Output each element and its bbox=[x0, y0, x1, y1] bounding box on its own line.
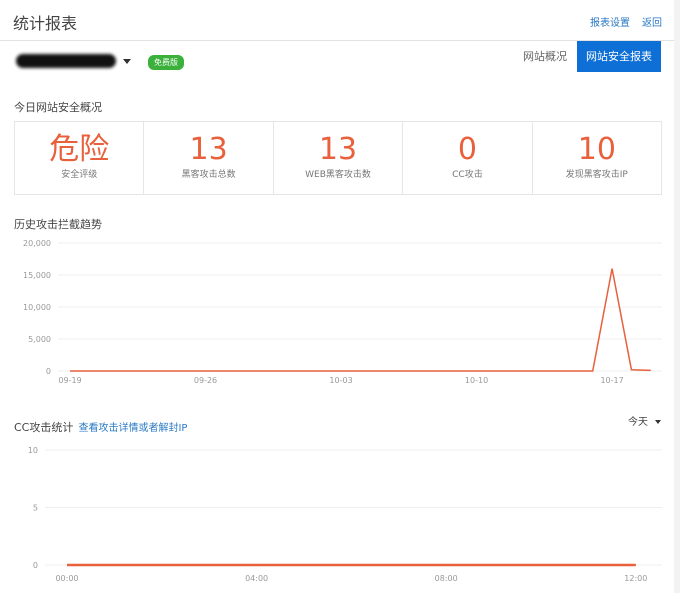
y-tick-label: 5,000 bbox=[28, 335, 51, 344]
y-tick-label: 10,000 bbox=[23, 303, 51, 312]
y-tick-label: 5 bbox=[33, 504, 38, 513]
series-line bbox=[70, 268, 651, 372]
y-tick-label: 0 bbox=[46, 367, 51, 376]
x-tick-label: 08:00 bbox=[435, 574, 458, 583]
x-tick-label: 10-10 bbox=[465, 376, 488, 385]
x-tick-label: 12:00 bbox=[624, 574, 647, 583]
charts-canvas: 0 5,000 10,000 15,000 20,000 09-19 09-26 10-03 1… bbox=[23, 239, 662, 583]
y-tick-label: 10 bbox=[28, 446, 38, 455]
x-tick-label: 04:00 bbox=[245, 574, 268, 583]
x-tick-label: 10-17 bbox=[600, 376, 623, 385]
y-tick-label: 15,000 bbox=[23, 271, 51, 280]
y-tick-label: 0 bbox=[33, 561, 38, 570]
x-tick-label: 10-03 bbox=[329, 376, 352, 385]
x-tick-label: 09-26 bbox=[194, 376, 217, 385]
y-tick-label: 20,000 bbox=[23, 239, 51, 248]
x-tick-label: 09-19 bbox=[58, 376, 81, 385]
scrollbar[interactable] bbox=[674, 0, 680, 593]
x-tick-label: 00:00 bbox=[55, 574, 78, 583]
